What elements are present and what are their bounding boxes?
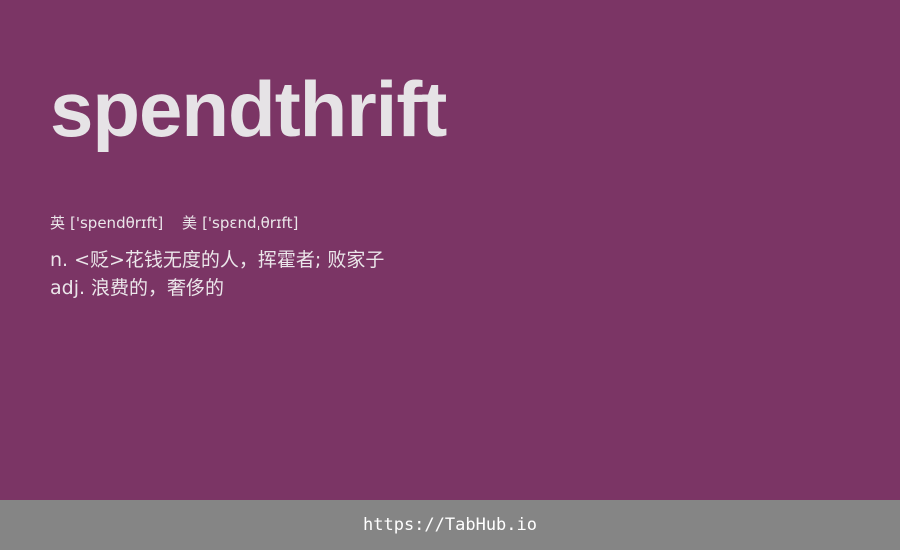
phonetic-us-ipa: ['spɛndˌθrɪft] — [202, 214, 299, 232]
phonetic-uk-region: 英 — [50, 214, 66, 232]
phonetic-uk-ipa: ['spendθrɪft] — [70, 214, 164, 232]
definition-adjective-pos: adj. — [50, 277, 86, 299]
phonetic-us: 美 ['spɛndˌθrɪft] — [182, 213, 298, 233]
definition-noun: n. <贬>花钱无度的人，挥霍者; 败家子 — [50, 246, 384, 274]
phonetic-uk: 英 ['spendθrɪft] — [50, 213, 163, 233]
definition-noun-pos: n. — [50, 249, 69, 271]
headword: spendthrift — [50, 65, 447, 153]
definition-adjective-meaning: 浪费的，奢侈的 — [91, 277, 225, 299]
tabhub-link[interactable]: https://TabHub.io — [363, 515, 537, 535]
definition-adjective: adj. 浪费的，奢侈的 — [50, 274, 384, 302]
phonetic-us-region: 美 — [182, 214, 198, 232]
definition-list: n. <贬>花钱无度的人，挥霍者; 败家子 adj. 浪费的，奢侈的 — [50, 246, 384, 302]
definition-noun-meaning: <贬>花钱无度的人，挥霍者; 败家子 — [74, 249, 385, 271]
footer-bar: https://TabHub.io — [0, 500, 900, 550]
pronunciation-row: 英 ['spendθrɪft] 美 ['spɛndˌθrɪft] — [50, 213, 312, 233]
word-card: spendthrift 英 ['spendθrɪft] 美 ['spɛndˌθrɪf… — [0, 0, 900, 500]
